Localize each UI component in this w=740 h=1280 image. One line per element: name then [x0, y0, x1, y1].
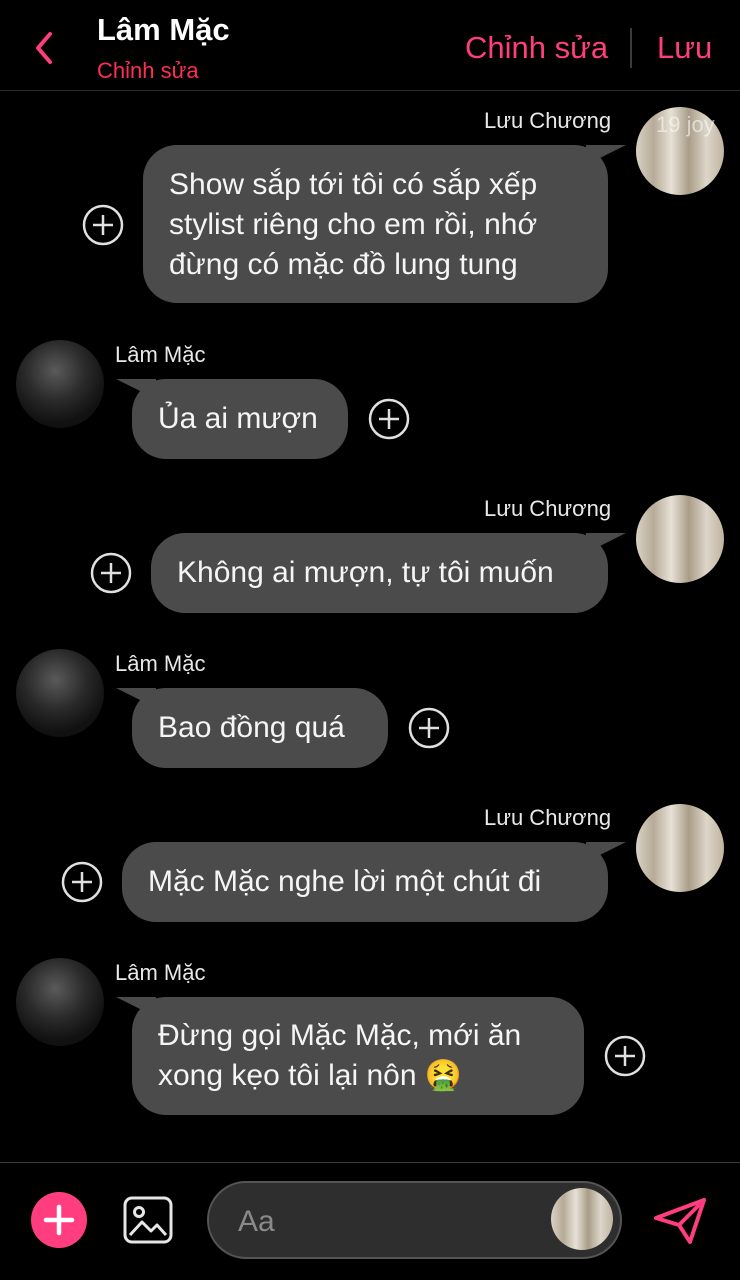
save-button[interactable]: Lưu [657, 30, 712, 66]
sender-name: Lâm Mặc [115, 342, 206, 367]
chat-subtitle: Chỉnh sửa [97, 58, 199, 83]
composer-avatar[interactable] [551, 1188, 613, 1250]
message-line: Không ai mượn, tự tôi muốn [177, 556, 554, 589]
add-reaction-icon[interactable] [408, 707, 450, 749]
plus-icon [43, 1204, 75, 1236]
watermark: 19 joy [656, 112, 715, 137]
avatar-lam-mac[interactable] [16, 958, 104, 1046]
sender-name: Lâm Mặc [115, 651, 206, 676]
avatar-lam-mac[interactable] [16, 649, 104, 737]
add-button[interactable] [31, 1192, 87, 1248]
input-placeholder: Aa [238, 1205, 275, 1238]
chat-title: Lâm Mặc [97, 12, 230, 47]
sender-name: Lâm Mặc [115, 960, 206, 985]
message-bubble[interactable]: Đừng gọi Mặc Mặc, mới ăn xong kẹo tôi lạ… [132, 997, 584, 1115]
avatar-luu-chuong[interactable] [636, 495, 724, 583]
message-bubble[interactable]: Ủa ai mượn [132, 379, 348, 459]
add-reaction-icon[interactable] [61, 861, 103, 903]
sender-name: Lưu Chương [484, 805, 612, 830]
message-line: Ủa ai mượn [158, 402, 318, 435]
message-bubble[interactable]: Bao đồng quá [132, 688, 388, 768]
add-reaction-icon[interactable] [82, 204, 124, 246]
avatar-lam-mac[interactable] [16, 340, 104, 428]
add-reaction-icon[interactable] [604, 1035, 646, 1077]
add-reaction-icon[interactable] [90, 552, 132, 594]
back-chevron-icon[interactable] [28, 26, 62, 70]
header-divider [630, 28, 632, 68]
image-icon[interactable] [122, 1195, 174, 1245]
sender-name: Lưu Chương [484, 496, 612, 521]
add-reaction-icon[interactable] [368, 398, 410, 440]
message-bubble[interactable]: Mặc Mặc nghe lời một chút đi [122, 842, 608, 922]
chat-header: Lâm Mặc Chỉnh sửa Chỉnh sửa Lưu [0, 0, 740, 91]
edit-button[interactable]: Chỉnh sửa [465, 30, 608, 66]
message-line: stylist riêng cho em rồi, nhớ [169, 208, 538, 241]
message-line: đừng có mặc đồ lung tung [169, 248, 518, 281]
message-line: xong kẹo tôi lại nôn 🤮 [158, 1059, 463, 1092]
send-icon[interactable] [652, 1196, 708, 1246]
message-line: Mặc Mặc nghe lời một chút đi [148, 865, 542, 898]
message-line: Show sắp tới tôi có sắp xếp [169, 168, 538, 201]
message-line: Bao đồng quá [158, 711, 345, 744]
avatar-luu-chuong[interactable] [636, 804, 724, 892]
sender-name: Lưu Chương [484, 108, 612, 133]
message-line: Đừng gọi Mặc Mặc, mới ăn [158, 1019, 522, 1052]
message-bubble[interactable]: Show sắp tới tôi có sắp xếp stylist riên… [143, 145, 608, 303]
message-bubble[interactable]: Không ai mượn, tự tôi muốn [151, 533, 608, 613]
